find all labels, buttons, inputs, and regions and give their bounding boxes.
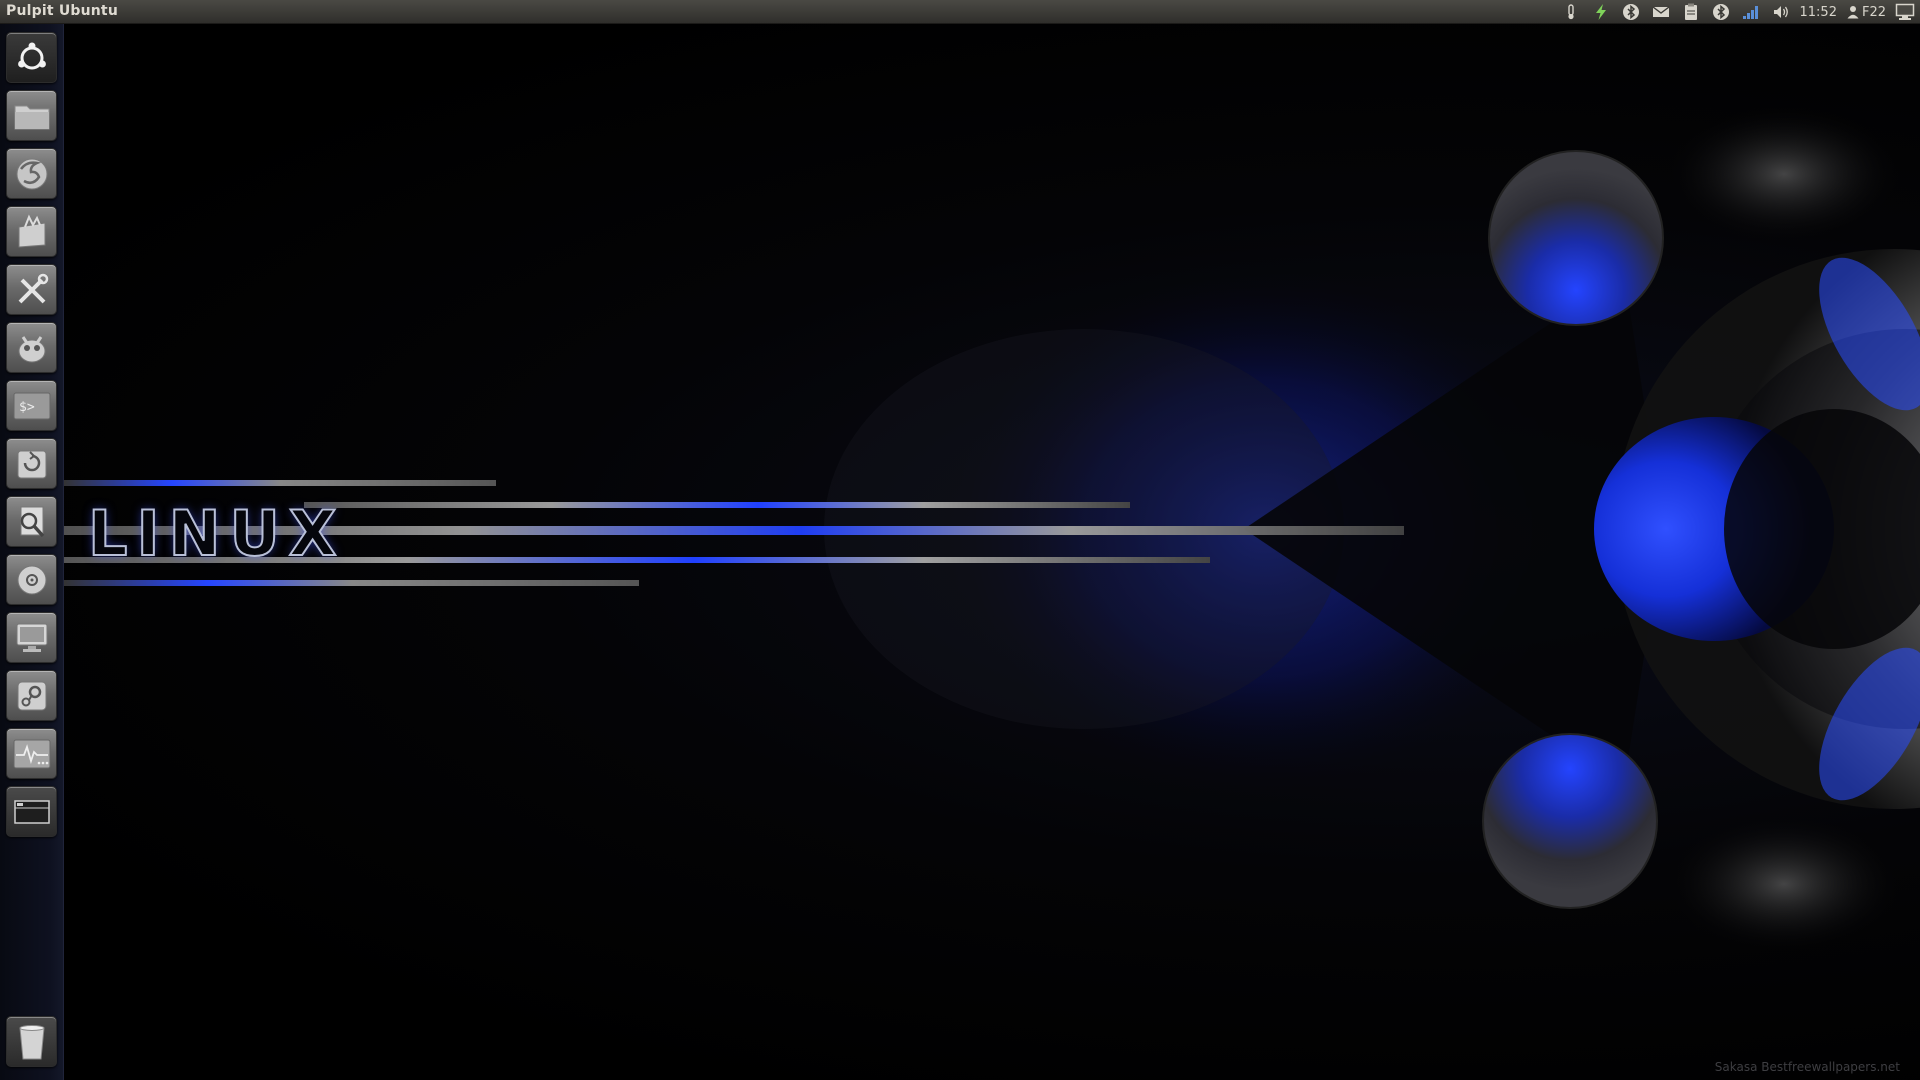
power-bolt-icon xyxy=(1595,4,1606,20)
settings-tools-icon xyxy=(18,273,48,303)
bluetooth-indicator-2[interactable] xyxy=(1706,0,1736,24)
user-name: F22 xyxy=(1861,4,1886,20)
indicator-area: 11:52 F22 xyxy=(1556,0,1920,24)
folder-icon xyxy=(14,105,49,129)
launcher-item-software-center[interactable] xyxy=(6,206,57,257)
search-file-icon xyxy=(20,506,44,537)
software-center-icon xyxy=(18,214,45,248)
bluetooth-indicator[interactable] xyxy=(1616,0,1646,24)
system-monitor-icon xyxy=(13,739,50,768)
display-icon xyxy=(16,623,47,652)
launcher-item-terminal[interactable]: $> xyxy=(6,380,57,431)
launcher-item-gimp[interactable] xyxy=(6,322,57,373)
user-icon xyxy=(1847,6,1859,19)
top-panel: Pulpit Ubuntu 11:52 F22 xyxy=(0,0,1920,24)
monitor-session-icon xyxy=(1895,3,1915,20)
clipboard-icon xyxy=(1684,3,1697,20)
steam-icon xyxy=(17,681,46,710)
volume-indicator[interactable] xyxy=(1766,0,1796,24)
volume-icon xyxy=(1773,6,1788,18)
user-indicator[interactable]: F22 xyxy=(1841,0,1890,24)
launcher-item-system-monitor[interactable] xyxy=(6,728,57,779)
ubuntu-logo-icon xyxy=(17,42,46,69)
update-manager-icon xyxy=(17,450,46,478)
session-indicator[interactable] xyxy=(1890,0,1920,24)
wallpaper-linux-text: LINUX xyxy=(87,496,346,571)
bluetooth-icon xyxy=(1712,4,1729,20)
mail-indicator[interactable] xyxy=(1646,0,1676,24)
temperature-icon xyxy=(1567,4,1574,20)
launcher-item-files[interactable] xyxy=(6,90,57,141)
clock-indicator[interactable]: 11:52 xyxy=(1796,0,1841,24)
music-player-icon xyxy=(17,565,46,594)
clock-time: 11:52 xyxy=(1799,4,1837,20)
gimp-icon xyxy=(18,335,45,362)
mail-icon xyxy=(1652,6,1669,17)
launcher-dash-button[interactable] xyxy=(6,32,57,83)
trash-icon xyxy=(18,1024,45,1059)
launcher-item-search-files[interactable] xyxy=(6,496,57,547)
power-indicator[interactable] xyxy=(1586,0,1616,24)
launcher-item-music-player[interactable] xyxy=(6,554,57,605)
wallpaper-watermark: Sakasa Bestfreewallpapers.net xyxy=(1714,1060,1900,1074)
launcher: $> xyxy=(0,24,64,1080)
temperature-indicator[interactable] xyxy=(1556,0,1586,24)
workspace-switcher-icon xyxy=(13,799,50,824)
bluetooth-icon xyxy=(1622,4,1639,20)
launcher-item-workspace-switcher[interactable] xyxy=(6,786,57,837)
launcher-item-system-tools[interactable] xyxy=(6,264,57,315)
launcher-item-firefox[interactable] xyxy=(6,148,57,199)
network-signal-icon xyxy=(1742,6,1758,19)
terminal-icon: $> xyxy=(13,392,50,419)
firefox-icon xyxy=(16,158,47,189)
svg-text:$>: $> xyxy=(19,400,35,415)
window-title: Pulpit Ubuntu xyxy=(6,3,118,19)
network-indicator[interactable] xyxy=(1736,0,1766,24)
desktop: LINUX Sakasa Bestfreewallpapers.net Pulp… xyxy=(0,0,1920,1080)
launcher-item-update-manager[interactable] xyxy=(6,438,57,489)
clipboard-indicator[interactable] xyxy=(1676,0,1706,24)
launcher-item-display[interactable] xyxy=(6,612,57,663)
launcher-item-steam[interactable] xyxy=(6,670,57,721)
launcher-item-trash[interactable] xyxy=(6,1016,57,1067)
